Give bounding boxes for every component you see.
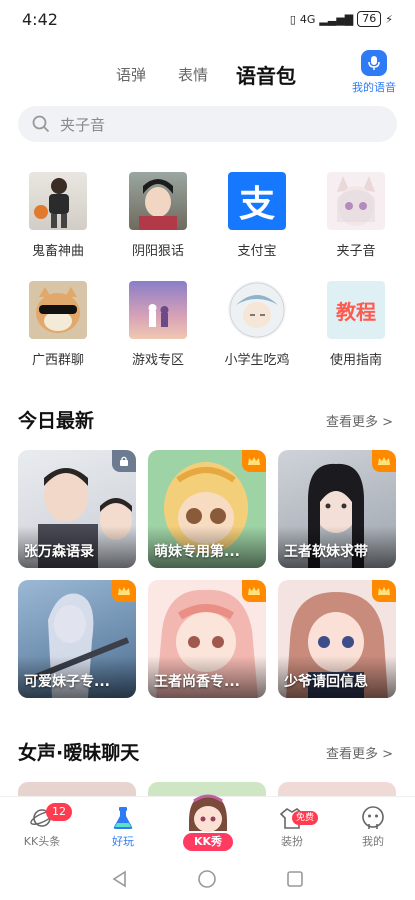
home-icon[interactable] bbox=[197, 869, 217, 889]
card-title: 少爷请回信息 bbox=[284, 674, 368, 690]
category-label: 广西群聊 bbox=[31, 353, 84, 368]
crown-icon bbox=[372, 450, 396, 472]
tab-emoji[interactable]: 表情 bbox=[178, 64, 208, 85]
card-title: 王者软妹求带 bbox=[284, 544, 368, 560]
battery-indicator: 76 bbox=[357, 11, 382, 27]
category-label: 鬼畜神曲 bbox=[31, 244, 84, 259]
category-label: 支付宝 bbox=[237, 244, 277, 259]
vibrate-icon: ▯ bbox=[289, 12, 296, 26]
status-icons: ▯ 4G ▂▃▅▇ 76 ⚡ bbox=[290, 11, 393, 27]
system-navigation-bar bbox=[0, 858, 415, 900]
alipay-glyph: 支 bbox=[238, 184, 275, 225]
nav-label: 装扮 bbox=[281, 835, 303, 848]
voice-pack-card[interactable]: 少爷请回信息 bbox=[278, 580, 396, 698]
status-time: 4:42 bbox=[22, 10, 58, 29]
voice-pack-card-partial[interactable] bbox=[18, 782, 136, 796]
see-more-female-link[interactable]: 查看更多 > bbox=[326, 743, 393, 762]
voice-pack-card[interactable]: 张万森语录 bbox=[18, 450, 136, 568]
category-thumbnail bbox=[228, 281, 286, 339]
category-guide[interactable]: 教程 使用指南 bbox=[316, 281, 396, 368]
tab-voice-pack[interactable]: 语音包 bbox=[236, 60, 296, 89]
voice-pack-card[interactable]: 可爱妹子专... bbox=[18, 580, 136, 698]
category-label: 夹子音 bbox=[336, 244, 376, 259]
section-title-today: 今日最新 bbox=[18, 410, 95, 432]
category-jiaziyin[interactable]: 夹子音 bbox=[316, 172, 396, 259]
network-label: 4G bbox=[299, 12, 316, 26]
category-label: 游戏专区 bbox=[131, 353, 184, 368]
nav-dress-up[interactable]: 免费 装扮 bbox=[262, 805, 322, 849]
category-thumbnail bbox=[129, 281, 187, 339]
category-game[interactable]: 游戏专区 bbox=[118, 281, 198, 368]
category-pubg-kid[interactable]: 小学生吃鸡 bbox=[217, 281, 297, 368]
category-guichu[interactable]: 鬼畜神曲 bbox=[18, 172, 98, 259]
my-voice-button[interactable]: 我的语音 bbox=[349, 50, 399, 95]
search-input[interactable]: 夹子音 bbox=[18, 106, 397, 142]
status-bar: 4:42 ▯ 4G ▂▃▅▇ 76 ⚡ bbox=[0, 0, 415, 40]
card-title: 王者尚香专... bbox=[154, 674, 240, 690]
nav-label: 好玩 bbox=[112, 835, 134, 848]
tutorial-icon: 教程 bbox=[327, 281, 385, 339]
card-title: 萌妹专用第... bbox=[154, 544, 240, 560]
charging-icon: ⚡ bbox=[385, 12, 393, 26]
crown-icon bbox=[242, 580, 266, 602]
search-icon bbox=[32, 115, 50, 133]
recents-icon[interactable] bbox=[285, 869, 305, 889]
category-thumbnail bbox=[327, 172, 385, 230]
voice-pack-card[interactable]: 萌妹专用第... bbox=[148, 450, 266, 568]
tab-danmu[interactable]: 语弹 bbox=[116, 64, 146, 85]
microphone-icon bbox=[361, 50, 387, 76]
voice-pack-card-partial[interactable] bbox=[278, 782, 396, 796]
voice-pack-card[interactable]: 王者软妹求带 bbox=[278, 450, 396, 568]
category-thumbnail bbox=[29, 281, 87, 339]
back-icon[interactable] bbox=[110, 869, 130, 889]
category-guangxi[interactable]: 广西群聊 bbox=[18, 281, 98, 368]
kk-avatar-icon bbox=[189, 794, 227, 832]
search-placeholder: 夹子音 bbox=[60, 115, 106, 134]
crown-icon bbox=[112, 580, 136, 602]
nav-kk-headlines[interactable]: 12 KK头条 bbox=[12, 803, 72, 849]
crown-icon bbox=[372, 580, 396, 602]
profile-face-icon bbox=[362, 806, 384, 829]
category-yinyang[interactable]: 阴阳狠话 bbox=[118, 172, 198, 259]
nav-fun[interactable]: 好玩 bbox=[93, 805, 153, 849]
category-label: 使用指南 bbox=[329, 353, 382, 368]
card-title: 张万森语录 bbox=[24, 544, 94, 560]
category-thumbnail bbox=[29, 172, 87, 230]
voice-pack-card[interactable]: 王者尚香专... bbox=[148, 580, 266, 698]
tutorial-glyph: 教程 bbox=[336, 299, 376, 324]
nav-mine[interactable]: 我的 bbox=[343, 805, 403, 849]
signal-icon: ▂▃▅▇ bbox=[319, 12, 354, 26]
category-label: 阴阳狠话 bbox=[131, 244, 184, 259]
bottom-nav: 12 KK头条 好玩 KK秀 免费 装扮 我的 bbox=[0, 794, 415, 858]
alipay-icon: 支 bbox=[228, 172, 286, 230]
crown-icon bbox=[242, 450, 266, 472]
lock-icon bbox=[112, 450, 136, 472]
category-alipay[interactable]: 支 支付宝 bbox=[217, 172, 297, 259]
category-thumbnail bbox=[129, 172, 187, 230]
flask-icon bbox=[113, 807, 133, 829]
my-voice-label: 我的语音 bbox=[352, 81, 396, 94]
see-more-today-link[interactable]: 查看更多 > bbox=[326, 411, 393, 430]
unread-badge: 12 bbox=[46, 803, 72, 821]
nav-label: 我的 bbox=[362, 835, 384, 848]
category-label: 小学生吃鸡 bbox=[224, 353, 290, 368]
card-title: 可爱妹子专... bbox=[24, 674, 110, 690]
section-title-female: 女声·暧昧聊天 bbox=[18, 742, 140, 764]
nav-kk-show[interactable]: KK秀 bbox=[183, 791, 233, 855]
nav-label: KK秀 bbox=[183, 833, 233, 851]
free-badge: 免费 bbox=[292, 811, 319, 825]
nav-label: KK头条 bbox=[23, 835, 61, 848]
